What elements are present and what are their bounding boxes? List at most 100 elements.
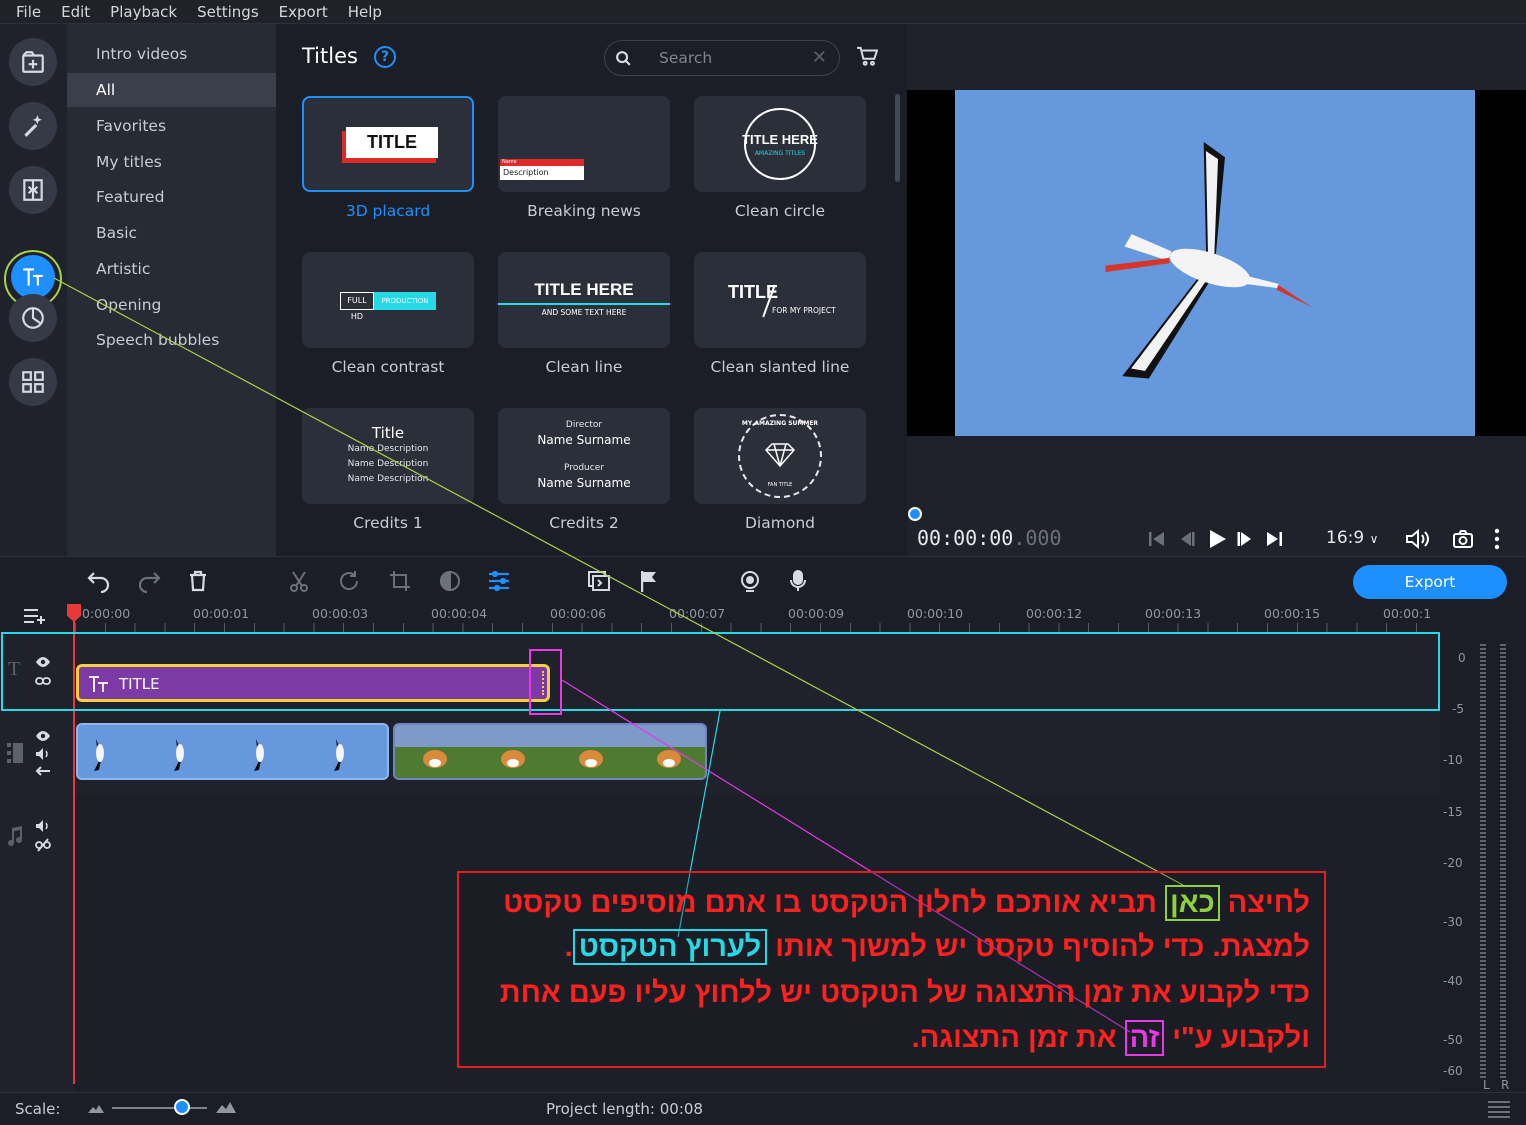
category-speech-bubbles[interactable]: Speech bubbles	[67, 323, 276, 357]
delete-icon[interactable]	[188, 569, 208, 593]
clip-properties-icon[interactable]	[487, 569, 511, 593]
title-card-clean-circle[interactable]: TITLE HERE AMAZING TITLES	[694, 96, 866, 192]
aspect-ratio-dropdown[interactable]: 16:9 ∨	[1326, 528, 1378, 548]
category-all[interactable]: All	[67, 73, 276, 107]
play-icon[interactable]	[1205, 527, 1229, 551]
meter-bar-right	[1500, 644, 1506, 1079]
annotation-trim-handle-highlight	[529, 649, 562, 715]
volume-icon[interactable]	[1404, 527, 1432, 551]
zoom-in-icon[interactable]	[216, 1101, 236, 1113]
undo-icon[interactable]	[86, 569, 112, 593]
color-adjust-icon[interactable]	[438, 569, 462, 593]
import-button[interactable]	[9, 38, 57, 86]
video-clip-dog[interactable]	[393, 723, 707, 780]
annotation-line-4: ולקבוע ע"י זה את זמן התצוגה.	[912, 1020, 1310, 1056]
thumb-text: FAN TITLE	[767, 482, 793, 488]
thumb-text: Director	[565, 420, 603, 430]
zoom-slider-handle[interactable]	[174, 1099, 190, 1115]
meter-channel-label: L	[1483, 1078, 1490, 1092]
search-box[interactable]: Search ✕	[604, 40, 840, 76]
title-card-credits-2[interactable]: Director Name Surname Producer Name Surn…	[498, 408, 670, 504]
annotation-text: לחיצה	[1219, 887, 1310, 919]
rotate-icon[interactable]	[337, 569, 361, 593]
help-icon[interactable]: ?	[374, 46, 396, 68]
snapshot-camera-icon[interactable]	[1452, 527, 1474, 551]
timecode-value: 00:00:00	[917, 526, 1014, 550]
category-favorites[interactable]: Favorites	[67, 109, 276, 143]
export-button[interactable]: Export	[1353, 565, 1507, 599]
record-video-icon[interactable]	[738, 569, 762, 593]
title-card-credits-1[interactable]: Title Name Description Name Description …	[302, 408, 474, 504]
annotation-highlight-here: כאן	[1165, 885, 1220, 921]
title-card-clean-line[interactable]: TITLE HERE AND SOME TEXT HERE	[498, 252, 670, 348]
cut-icon[interactable]	[288, 569, 310, 593]
stickers-button[interactable]	[9, 294, 57, 342]
speaker-icon[interactable]	[35, 747, 51, 761]
transitions-button[interactable]	[9, 166, 57, 214]
project-length-label: Project length:	[546, 1100, 655, 1118]
title-card-3d-placard[interactable]: TITLE	[302, 96, 474, 192]
microphone-icon[interactable]	[788, 569, 808, 593]
music-note-icon	[8, 826, 23, 847]
zoom-out-icon[interactable]	[88, 1103, 104, 1113]
transitions-wizard-icon[interactable]	[587, 569, 611, 593]
store-cart-icon[interactable]	[856, 46, 878, 66]
title-card-clean-contrast[interactable]: FULL HD PRODUCTION	[302, 252, 474, 348]
player-viewport[interactable]	[907, 90, 1526, 436]
previous-frame-icon[interactable]	[1177, 527, 1197, 551]
category-opening[interactable]: Opening	[67, 288, 276, 322]
video-clip-stork[interactable]	[76, 723, 389, 780]
timeline-ruler[interactable]: 0:00:00 00:00:01 00:00:03 00:00:04 00:00…	[0, 604, 1440, 632]
ruler-label: 00:00:13	[1145, 606, 1202, 621]
annotation-text: ולקבוע ע"י	[1164, 1022, 1310, 1054]
title-card-clean-slanted-line[interactable]: TITLE FOR MY PROJECT	[694, 252, 866, 348]
title-label: Clean contrast	[331, 358, 445, 376]
category-featured[interactable]: Featured	[67, 180, 276, 214]
menu-file[interactable]: File	[16, 3, 41, 21]
chevron-down-icon: ∨	[1369, 532, 1379, 546]
category-artistic[interactable]: Artistic	[67, 252, 276, 286]
annotation-callout: לחיצה כאן תביא אותכם לחלון הטקסט בו אתם …	[457, 871, 1326, 1068]
more-options-icon[interactable]	[1493, 527, 1501, 551]
menu-settings[interactable]: Settings	[197, 3, 259, 21]
menu-help[interactable]: Help	[348, 3, 382, 21]
filters-button[interactable]	[9, 102, 57, 150]
category-my-titles[interactable]: My titles	[67, 145, 276, 179]
clip-thumbnails	[94, 739, 344, 771]
clear-search-icon[interactable]: ✕	[812, 47, 827, 68]
ruler-label: 00:00:07	[669, 606, 726, 621]
meter-label: 0	[1458, 651, 1466, 665]
zoom-slider-track[interactable]	[112, 1107, 207, 1109]
eye-icon[interactable]	[35, 730, 51, 742]
arrow-left-icon[interactable]	[35, 765, 51, 777]
tool-strip	[0, 24, 67, 556]
playback-position-handle[interactable]	[908, 507, 922, 521]
meter-label: -5	[1452, 702, 1464, 716]
category-intro-videos[interactable]: Intro videos	[67, 37, 276, 71]
redo-icon[interactable]	[136, 569, 162, 593]
menu-edit[interactable]: Edit	[61, 3, 90, 21]
marker-flag-icon[interactable]	[638, 569, 658, 593]
thumb-text: Name Description	[347, 444, 429, 454]
skip-to-end-icon[interactable]	[1264, 527, 1284, 551]
category-basic[interactable]: Basic	[67, 216, 276, 250]
timecode-display: 00:00:00.000	[917, 526, 1062, 550]
crop-icon[interactable]	[388, 569, 412, 593]
speaker-icon[interactable]	[35, 819, 51, 833]
title-card-breaking-news[interactable]: Name Description	[498, 96, 670, 192]
ruler-label: 00:00:04	[431, 606, 488, 621]
menu-export[interactable]: Export	[279, 3, 328, 21]
resize-grip-icon[interactable]	[1488, 1099, 1510, 1119]
titles-library: Titles ? Search ✕ TITLE 3D placard Name …	[276, 24, 907, 556]
more-tools-button[interactable]	[9, 358, 57, 406]
thumb-text: FOR MY PROJECT	[772, 306, 836, 315]
menu-playback[interactable]: Playback	[110, 3, 177, 21]
next-frame-icon[interactable]	[1235, 527, 1255, 551]
add-track-icon[interactable]	[22, 606, 48, 626]
unlink-icon[interactable]	[35, 838, 51, 852]
search-input[interactable]: Search	[659, 49, 712, 67]
title-card-diamond[interactable]: MY AMAZING SUMMER FAN TITLE	[694, 408, 866, 504]
skip-to-start-icon[interactable]	[1147, 527, 1167, 551]
library-scrollbar[interactable]	[895, 94, 900, 182]
transitions-icon	[23, 179, 43, 201]
